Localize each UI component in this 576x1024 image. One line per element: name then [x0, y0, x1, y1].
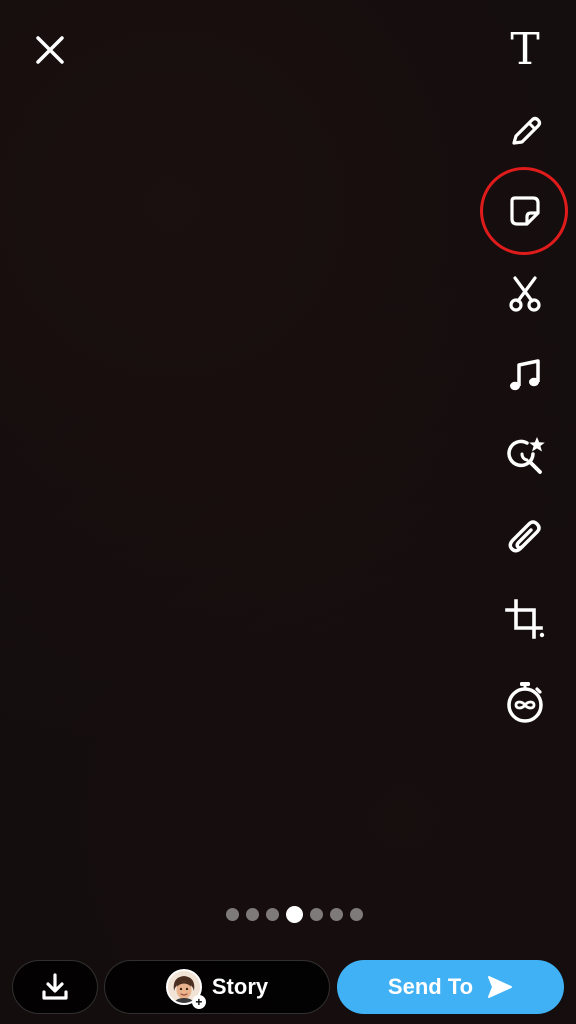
crop-icon	[505, 599, 545, 639]
send-to-button[interactable]: Send To	[337, 960, 564, 1014]
page-dot[interactable]	[310, 907, 323, 921]
page-dot[interactable]	[350, 907, 363, 921]
story-button[interactable]: + Story	[104, 960, 330, 1014]
scissors-icon	[509, 276, 541, 312]
lens-tool-button[interactable]	[497, 428, 553, 484]
attachment-tool-button[interactable]	[497, 510, 553, 566]
text-tool-button[interactable]: T	[497, 22, 553, 78]
bitmoji-avatar: +	[165, 969, 206, 1009]
page-indicator	[226, 905, 363, 923]
timer-infinity-icon	[507, 682, 543, 723]
music-tool-button[interactable]	[497, 348, 553, 404]
add-story-plus-icon: +	[191, 995, 206, 1009]
page-dot-active[interactable]	[286, 905, 303, 923]
snap-preview-screen: T + Story Send To	[0, 0, 576, 1024]
story-label: Story	[211, 974, 269, 999]
close-icon	[36, 36, 64, 64]
page-dot[interactable]	[266, 907, 279, 921]
music-note-icon	[510, 359, 540, 391]
draw-tool-button[interactable]	[497, 104, 553, 160]
page-dot[interactable]	[330, 907, 343, 921]
crop-tool-button[interactable]	[497, 591, 553, 647]
save-button[interactable]	[12, 960, 98, 1014]
sticker-icon	[510, 196, 540, 226]
page-dot[interactable]	[226, 907, 239, 921]
download-icon	[42, 973, 68, 1000]
send-arrow-icon	[488, 976, 513, 998]
paperclip-icon	[508, 520, 541, 553]
close-button[interactable]	[28, 28, 72, 72]
page-dot[interactable]	[246, 907, 259, 921]
lens-search-star-icon	[507, 437, 545, 474]
pencil-icon	[512, 116, 542, 145]
text-icon: T	[510, 24, 540, 75]
send-to-label: Send To	[387, 974, 474, 999]
scissors-tool-button[interactable]	[497, 266, 553, 322]
timer-tool-button[interactable]	[497, 674, 553, 730]
sticker-tool-button[interactable]	[497, 183, 553, 239]
